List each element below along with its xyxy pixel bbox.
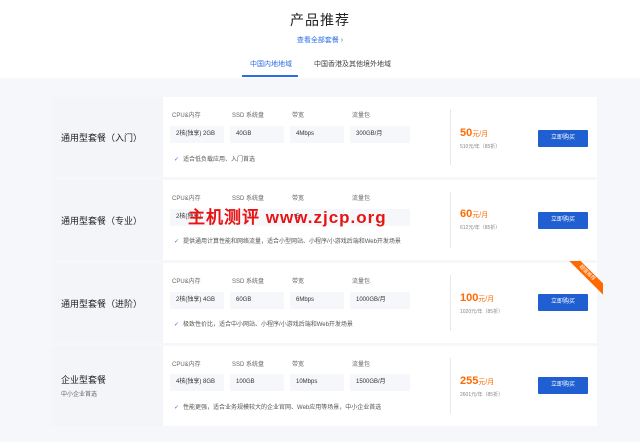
spec-header-cpu: CPU&内存 bbox=[172, 362, 201, 368]
plan-title-panel: 通用型套餐（入门） bbox=[52, 97, 163, 177]
price-amount: 50 bbox=[460, 127, 473, 139]
check-icon: ✓ bbox=[174, 405, 180, 411]
spec-ssd-value: 60GB bbox=[230, 292, 284, 309]
plan-feature-text: 适合低负载应用、入门首选 bbox=[183, 157, 256, 163]
plan-subtitle: 中小企业首选 bbox=[61, 392, 98, 398]
spec-header-ssd: SSD 系统盘 bbox=[232, 279, 265, 285]
spec-header-ssd: SSD 系统盘 bbox=[232, 362, 265, 368]
price-amount: 255 bbox=[460, 375, 479, 387]
plan-feature-text: 极致性价比，适合中小网站、小程序/小游戏后端和Web开发场景 bbox=[183, 322, 353, 328]
price-unit: 元/月 bbox=[478, 296, 495, 303]
tab-mainland-china[interactable]: 中国内地地域 bbox=[250, 59, 292, 69]
plan-yearly-price: 2601元/年（85折） bbox=[460, 392, 504, 398]
check-icon: ✓ bbox=[174, 157, 180, 163]
spec-traffic-value: 300GB/月 bbox=[350, 126, 410, 143]
spec-header-cpu: CPU&内存 bbox=[172, 196, 201, 202]
plan-price: 60元/月 bbox=[460, 208, 488, 220]
active-tab-indicator bbox=[242, 75, 298, 77]
price-amount: 60 bbox=[460, 208, 473, 220]
spec-header-cpu: CPU&内存 bbox=[172, 113, 201, 119]
spec-header-traffic: 流量包 bbox=[352, 196, 371, 202]
recommended-badge: 超值推荐 bbox=[563, 261, 603, 298]
spec-header-cpu: CPU&内存 bbox=[172, 279, 201, 285]
spec-bandwidth-value: 4Mbps bbox=[290, 126, 344, 143]
plan-title-panel: 企业型套餐 中小企业首选 bbox=[52, 346, 163, 426]
spec-header-traffic: 流量包 bbox=[352, 279, 371, 285]
plan-title-panel: 通用型套餐（进阶） bbox=[52, 263, 163, 343]
spec-bandwidth-value: 6Mbps bbox=[290, 292, 344, 309]
plan-title-panel: 通用型套餐（专业） bbox=[52, 180, 163, 260]
plan-price: 50元/月 bbox=[460, 127, 488, 139]
check-icon: ✓ bbox=[174, 322, 180, 328]
plan-feature: ✓ 提供通用计算性能和网络流量，适合小型网站、小程序/小游戏后端和Web开发场景 bbox=[174, 236, 401, 245]
hero-header: 产品推荐 查看全部套餐 › 中国内地地域 中国香港及其他境外地域 bbox=[0, 0, 640, 78]
buy-now-button[interactable]: 立即购买 bbox=[538, 130, 588, 147]
plan-feature-text: 性能更强，适合业务规模较大的企业官网、Web应用等场景，中小企业首选 bbox=[183, 405, 382, 411]
spec-cpu-value: 2核(独享) 2GB bbox=[170, 126, 224, 143]
spec-header-bandwidth: 带宽 bbox=[292, 362, 305, 368]
price-amount: 100 bbox=[460, 292, 479, 304]
price-unit: 元/月 bbox=[478, 379, 495, 386]
spec-traffic-value: 1500GB/月 bbox=[350, 374, 410, 391]
recommended-ribbon: 超值推荐 bbox=[563, 261, 603, 301]
site-watermark: 主机测评 www.zjcp.org bbox=[188, 208, 387, 227]
plan-feature: ✓ 极致性价比，适合中小网站、小程序/小游戏后端和Web开发场景 bbox=[174, 319, 353, 328]
spec-header-traffic: 流量包 bbox=[352, 113, 371, 119]
divider bbox=[450, 192, 451, 248]
spec-traffic-value: 1000GB/月 bbox=[350, 292, 410, 309]
region-tabs: 中国内地地域 中国香港及其他境外地域 bbox=[0, 55, 640, 78]
tab-hongkong-overseas[interactable]: 中国香港及其他境外地域 bbox=[314, 59, 391, 69]
spec-cpu-value: 4核(独享) 8GB bbox=[170, 374, 224, 391]
plan-card-advanced: 通用型套餐（进阶） CPU&内存 SSD 系统盘 带宽 流量包 2核(独享) 4… bbox=[52, 261, 603, 343]
plan-name: 通用型套餐（进阶） bbox=[61, 299, 143, 309]
plan-price: 255元/月 bbox=[460, 375, 494, 387]
plan-name: 通用型套餐（入门） bbox=[61, 133, 143, 143]
divider bbox=[450, 358, 451, 414]
plan-card-enterprise: 企业型套餐 中小企业首选 CPU&内存 SSD 系统盘 带宽 流量包 4核(独享… bbox=[52, 346, 597, 426]
divider bbox=[450, 109, 451, 165]
spec-header-traffic: 流量包 bbox=[352, 362, 371, 368]
plan-feature-text: 提供通用计算性能和网络流量，适合小型网站、小程序/小游戏后端和Web开发场景 bbox=[183, 239, 401, 245]
spec-header-ssd: SSD 系统盘 bbox=[232, 196, 265, 202]
spec-ssd-value: 100GB bbox=[230, 374, 284, 391]
buy-now-button[interactable]: 立即购买 bbox=[538, 377, 588, 394]
divider bbox=[450, 275, 451, 331]
plan-feature: ✓ 性能更强，适合业务规模较大的企业官网、Web应用等场景，中小企业首选 bbox=[174, 402, 381, 411]
price-unit: 元/月 bbox=[472, 212, 489, 219]
spec-bandwidth-value: 10Mbps bbox=[290, 374, 344, 391]
spec-header-bandwidth: 带宽 bbox=[292, 113, 305, 119]
plan-price: 100元/月 bbox=[460, 292, 494, 304]
spec-header-ssd: SSD 系统盘 bbox=[232, 113, 265, 119]
plan-yearly-price: 612元/年（85折） bbox=[460, 225, 501, 231]
plan-yearly-price: 1020元/年（85折） bbox=[460, 309, 504, 315]
plan-yearly-price: 510元/年（85折） bbox=[460, 144, 501, 150]
view-all-plans-link[interactable]: 查看全部套餐 › bbox=[0, 35, 640, 45]
plan-card-starter: 通用型套餐（入门） CPU&内存 SSD 系统盘 带宽 流量包 2核(独享) 2… bbox=[52, 97, 597, 177]
spec-header-bandwidth: 带宽 bbox=[292, 196, 305, 202]
spec-ssd-value: 40GB bbox=[230, 126, 284, 143]
spec-cpu-value: 2核(独享) 4GB bbox=[170, 292, 224, 309]
price-unit: 元/月 bbox=[472, 131, 489, 138]
plan-name: 通用型套餐（专业） bbox=[61, 216, 143, 226]
plan-feature: ✓ 适合低负载应用、入门首选 bbox=[174, 154, 255, 163]
plan-name: 企业型套餐 bbox=[61, 375, 107, 385]
buy-now-button[interactable]: 立即购买 bbox=[538, 212, 588, 229]
spec-header-bandwidth: 带宽 bbox=[292, 279, 305, 285]
page-title: 产品推荐 bbox=[290, 12, 350, 28]
check-icon: ✓ bbox=[174, 239, 180, 245]
